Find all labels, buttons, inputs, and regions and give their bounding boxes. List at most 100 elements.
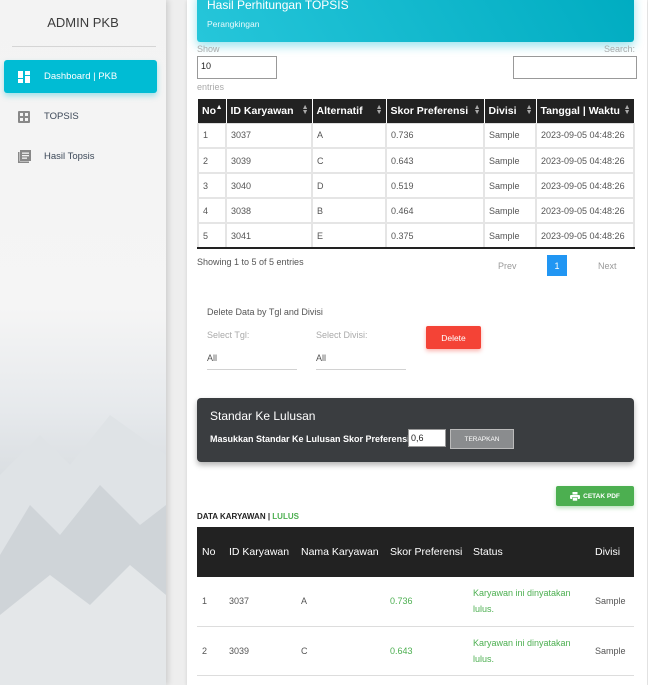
cell-alternatif: B <box>311 197 387 224</box>
brand-title[interactable]: ADMIN PKB <box>0 15 166 30</box>
cell-status: Karyawan ini dinyatakan lulus. <box>468 577 590 627</box>
print-pdf-button[interactable]: CETAK PDF <box>556 486 634 506</box>
apply-button[interactable]: TERAPKAN <box>450 429 514 449</box>
ranking-table: No ▲ ID Karyawan ▲ ▼ Alternatif ▲ ▼ Skor Pref… <box>197 99 635 249</box>
cell-tanggal: 2023-09-05 04:48:26 <box>535 122 635 149</box>
dashboard-icon <box>17 70 31 84</box>
sort-icon: ▲ ▼ <box>623 104 631 116</box>
cell-skor: 0.643 <box>385 626 468 676</box>
divider <box>12 46 156 47</box>
sidebar-item-label: TOPSIS <box>44 111 79 122</box>
select-divisi[interactable]: All <box>316 350 406 370</box>
search-input[interactable] <box>513 56 637 79</box>
sort-icon: ▲ ▼ <box>473 104 481 116</box>
column-header-no[interactable]: No ▲ <box>198 99 227 123</box>
page-title: Hasil Perhitungan TOPSIS <box>207 0 349 12</box>
sidebar-item-topsis[interactable]: TOPSIS <box>4 100 157 133</box>
table-row: 2 3039 C 0.643 Sample 2023-09-05 04:48:2… <box>197 147 635 174</box>
status-lulus: LULUS <box>272 512 299 521</box>
sidebar-item-dashboard[interactable]: Dashboard | PKB <box>4 60 157 93</box>
mountain-background <box>0 415 166 685</box>
column-header-alternatif[interactable]: Alternatif ▲ ▼ <box>312 99 387 123</box>
entries-label: entries <box>197 82 225 92</box>
cell-id: 3037 <box>225 122 313 149</box>
cell-id: 3039 <box>224 626 296 676</box>
column-header-no: No <box>197 527 224 577</box>
cell-no: 5 <box>197 222 227 249</box>
cell-nama: A <box>296 577 385 627</box>
column-header-divisi: Divisi <box>590 527 634 577</box>
sidebar-item-label: Dashboard | PKB <box>44 71 118 82</box>
table-row: 1 3037 A 0.736 Karyawan ini dinyatakan l… <box>197 577 634 627</box>
page-subtitle: Perangkingan <box>207 19 260 29</box>
column-header-divisi[interactable]: Divisi ▲ ▼ <box>484 99 537 123</box>
delete-button[interactable]: Delete <box>426 326 481 349</box>
sort-icon: ▲ ▼ <box>375 104 383 116</box>
table-row: 4 3038 B 0.464 Sample 2023-09-05 04:48:2… <box>197 197 635 224</box>
cell-divisi: Sample <box>590 577 634 627</box>
sort-icon: ▲ ▼ <box>525 104 533 116</box>
sidebar-item-label: Hasil Topsis <box>44 151 95 162</box>
select-divisi-label: Select Divisi: <box>316 330 368 340</box>
standard-title: Standar Ke Lulusan <box>210 409 316 423</box>
column-header-nama-karyawan: Nama Karyawan <box>296 527 385 577</box>
column-header-id-karyawan: ID Karyawan <box>224 527 296 577</box>
cell-id: 3041 <box>225 222 313 249</box>
cell-no: 1 <box>197 122 227 149</box>
cell-skor: 0.643 <box>385 147 485 174</box>
cell-divisi: Sample <box>483 172 537 199</box>
card-header: Hasil Perhitungan TOPSIS Perangkingan <box>197 0 634 42</box>
cell-id: 3038 <box>225 197 313 224</box>
next-button[interactable]: Next <box>598 261 617 271</box>
print-pdf-label: CETAK PDF <box>583 492 620 500</box>
cell-divisi: Sample <box>483 222 537 249</box>
results-card: Hasil Perhitungan TOPSIS Perangkingan Sh… <box>187 0 647 685</box>
cell-skor: 0.519 <box>385 172 485 199</box>
cell-id: 3039 <box>225 147 313 174</box>
section-title: DATA KARYAWAN | LULUS <box>197 512 299 521</box>
sidebar: ADMIN PKB Dashboard | PKB TOPSIS Hasil T… <box>0 0 166 685</box>
cell-divisi: Sample <box>483 147 537 174</box>
sidebar-item-hasil-topsis[interactable]: Hasil Topsis <box>4 140 157 173</box>
cell-no: 2 <box>197 147 227 174</box>
passed-employees-table: No ID Karyawan Nama Karyawan Skor Prefer… <box>197 527 634 676</box>
entries-length-select[interactable]: 10 <box>197 56 277 79</box>
cell-no: 1 <box>197 577 224 627</box>
cell-alternatif: A <box>311 122 387 149</box>
cell-skor: 0.464 <box>385 197 485 224</box>
cell-skor: 0.736 <box>385 122 485 149</box>
cell-no: 2 <box>197 626 224 676</box>
cell-tanggal: 2023-09-05 04:48:26 <box>535 222 635 249</box>
standard-panel: Standar Ke Lulusan Masukkan Standar Ke L… <box>197 398 634 462</box>
column-header-status: Status <box>468 527 590 577</box>
standard-input[interactable]: 0,6 <box>408 429 446 447</box>
cell-tanggal: 2023-09-05 04:48:26 <box>535 172 635 199</box>
cell-alternatif: D <box>311 172 387 199</box>
cell-divisi: Sample <box>483 122 537 149</box>
sort-icon: ▲ ▼ <box>301 104 309 116</box>
column-header-id-karyawan[interactable]: ID Karyawan ▲ ▼ <box>226 99 313 123</box>
table-info: Showing 1 to 5 of 5 entries <box>197 257 304 267</box>
show-label: Show <box>197 44 220 54</box>
column-header-tanggal-waktu[interactable]: Tanggal | Waktu ▲ ▼ <box>536 99 635 123</box>
cell-no: 4 <box>197 197 227 224</box>
table-header-row: No ID Karyawan Nama Karyawan Skor Prefer… <box>197 527 634 577</box>
table-header-row: No ▲ ID Karyawan ▲ ▼ Alternatif ▲ ▼ Skor Pref… <box>198 99 635 123</box>
page-1-button[interactable]: 1 <box>547 255 567 276</box>
cell-skor: 0.736 <box>385 577 468 627</box>
select-tgl[interactable]: All <box>207 350 297 370</box>
table-row: 3 3040 D 0.519 Sample 2023-09-05 04:48:2… <box>197 172 635 199</box>
cell-status: Karyawan ini dinyatakan lulus. <box>468 626 590 676</box>
table-row: 5 3041 E 0.375 Sample 2023-09-05 04:48:2… <box>197 222 635 249</box>
table-row: 2 3039 C 0.643 Karyawan ini dinyatakan l… <box>197 626 634 676</box>
cell-alternatif: C <box>311 147 387 174</box>
list-icon <box>17 150 31 164</box>
prev-button[interactable]: Prev <box>498 261 517 271</box>
column-header-skor-preferensi[interactable]: Skor Preferensi ▲ ▼ <box>386 99 485 123</box>
cell-divisi: Sample <box>483 197 537 224</box>
cell-skor: 0.375 <box>385 222 485 249</box>
cell-alternatif: E <box>311 222 387 249</box>
table-row: 1 3037 A 0.736 Sample 2023-09-05 04:48:2… <box>197 122 635 149</box>
delete-form-title: Delete Data by Tgl and Divisi <box>207 307 323 317</box>
column-header-skor-preferensi: Skor Preferensi <box>385 527 468 577</box>
